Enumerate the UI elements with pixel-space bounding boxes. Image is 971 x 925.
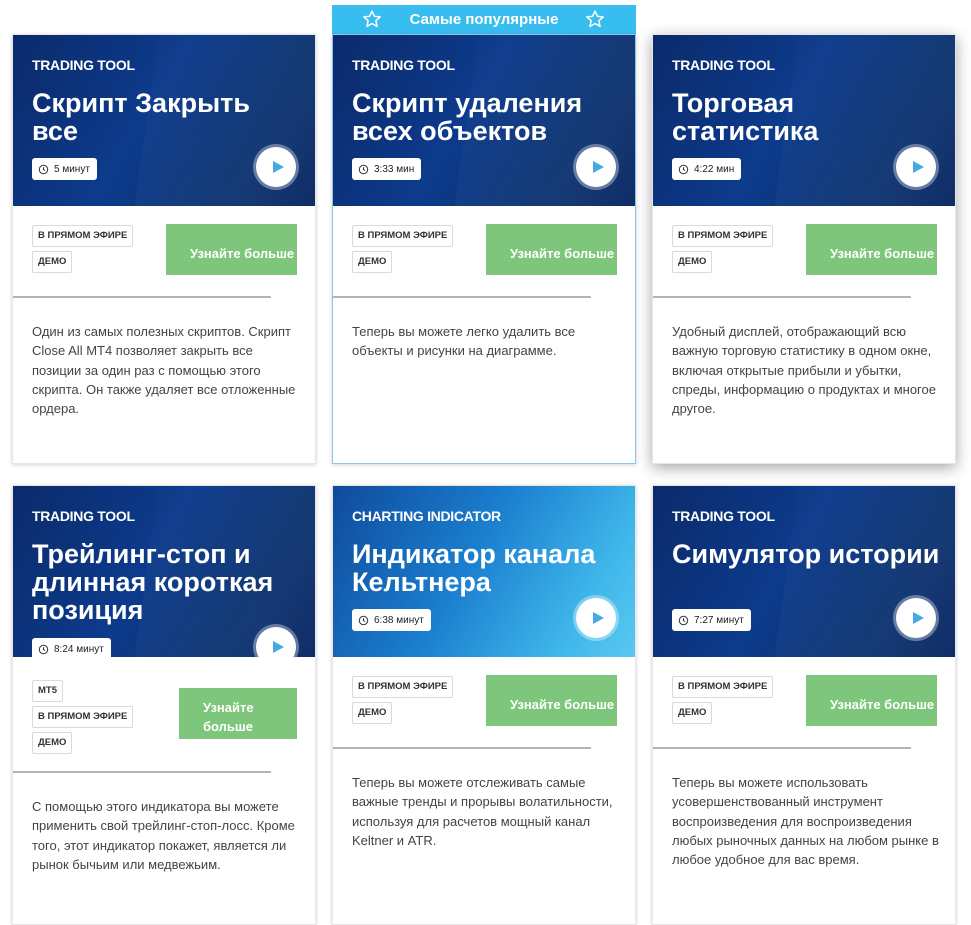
play-button[interactable] xyxy=(896,598,936,638)
popular-banner-label: Самые популярные xyxy=(409,11,559,28)
badge-list: MT5 В ПРЯМОМ ЭФИРЕ ДЕМО xyxy=(32,680,134,758)
play-icon xyxy=(272,161,284,173)
product-card: TRADING TOOL Скрипт удаления всех объект… xyxy=(332,34,636,464)
duration-badge: 8:24 минут xyxy=(32,638,111,657)
platform-badge: MT5 xyxy=(32,680,63,702)
duration-badge: 4:22 мин xyxy=(672,158,742,180)
product-card: TRADING TOOL Скрипт Закрыть все 5 минут … xyxy=(12,34,316,464)
duration-badge: 7:27 минут xyxy=(672,609,751,631)
duration-text: 8:24 минут xyxy=(54,643,104,655)
product-card: CHARTING INDICATOR Индикатор канала Кель… xyxy=(332,485,636,925)
card-hero: TRADING TOOL Симулятор истории 7:27 мину… xyxy=(653,486,955,657)
clock-icon xyxy=(358,615,369,625)
card-hero: TRADING TOOL Скрипт удаления всех объект… xyxy=(333,35,635,206)
clock-icon xyxy=(38,644,49,654)
badge-list: В ПРЯМОМ ЭФИРЕ ДЕМО xyxy=(672,676,774,728)
card-category: TRADING TOOL xyxy=(32,508,135,524)
duration-text: 5 минут xyxy=(54,163,90,175)
badge-list: В ПРЯМОМ ЭФИРЕ ДЕМО xyxy=(352,225,454,277)
play-button[interactable] xyxy=(576,147,616,187)
duration-text: 3:33 мин xyxy=(374,163,415,175)
card-description: Теперь вы можете использовать усовершенс… xyxy=(672,775,939,868)
card-category: TRADING TOOL xyxy=(672,57,775,73)
platform-badge: ДЕМО xyxy=(672,702,713,724)
badge-list: В ПРЯМОМ ЭФИРЕ ДЕМО xyxy=(672,225,774,277)
popular-banner: Самые популярные xyxy=(332,5,636,34)
play-icon xyxy=(272,641,284,653)
platform-badge: ДЕМО xyxy=(32,732,73,754)
platform-badge: В ПРЯМОМ ЭФИРЕ xyxy=(32,706,134,728)
learn-more-button[interactable]: Узнайте больше xyxy=(166,224,297,275)
duration-text: 6:38 минут xyxy=(374,614,424,626)
card-title: Симулятор истории xyxy=(672,539,940,569)
platform-badge: ДЕМО xyxy=(32,251,73,273)
card-description: Теперь вы можете легко удалить все объек… xyxy=(352,324,576,359)
card-title: Скрипт Закрыть все xyxy=(32,88,250,146)
divider xyxy=(333,747,591,749)
card-title: Торговая статистика xyxy=(672,88,819,146)
clock-icon xyxy=(358,164,369,174)
clock-icon xyxy=(678,164,689,174)
play-icon xyxy=(592,612,604,624)
platform-badge: В ПРЯМОМ ЭФИРЕ xyxy=(352,676,454,698)
play-icon xyxy=(912,612,924,624)
duration-badge: 3:33 мин xyxy=(352,158,422,180)
card-category: TRADING TOOL xyxy=(352,57,455,73)
divider xyxy=(653,747,911,749)
divider xyxy=(333,296,591,298)
star-icon xyxy=(586,10,604,28)
platform-badge: В ПРЯМОМ ЭФИРЕ xyxy=(672,225,774,247)
card-title: Индикатор канала Кельтнера xyxy=(352,539,596,597)
badge-list: В ПРЯМОМ ЭФИРЕ ДЕМО xyxy=(352,676,454,728)
play-button[interactable] xyxy=(256,627,296,657)
learn-more-button[interactable]: Узнайте больше xyxy=(486,224,617,275)
clock-icon xyxy=(678,615,689,625)
platform-badge: ДЕМО xyxy=(672,251,713,273)
card-description: Один из самых полезных скриптов. Скрипт … xyxy=(32,324,296,417)
platform-badge: ДЕМО xyxy=(352,702,393,724)
card-description: Теперь вы можете отслеживать самые важны… xyxy=(352,775,613,848)
product-card: TRADING TOOL Трейлинг-стоп и длинная кор… xyxy=(12,485,316,925)
play-icon xyxy=(592,161,604,173)
card-category: TRADING TOOL xyxy=(32,57,135,73)
card-category: CHARTING INDICATOR xyxy=(352,508,501,524)
card-description: С помощью этого индикатора вы можете при… xyxy=(32,799,295,872)
duration-badge: 6:38 минут xyxy=(352,609,431,631)
duration-text: 7:27 минут xyxy=(694,614,744,626)
clock-icon xyxy=(38,164,49,174)
play-icon xyxy=(912,161,924,173)
card-hero: CHARTING INDICATOR Индикатор канала Кель… xyxy=(333,486,635,657)
star-icon xyxy=(363,10,381,28)
card-description: Удобный дисплей, отображающий всю важную… xyxy=(672,324,936,417)
product-card: TRADING TOOL Торговая статистика 4:22 ми… xyxy=(652,34,956,464)
play-button[interactable] xyxy=(896,147,936,187)
card-hero: TRADING TOOL Трейлинг-стоп и длинная кор… xyxy=(13,486,315,657)
card-title: Трейлинг-стоп и длинная короткая позиция xyxy=(32,539,274,625)
divider xyxy=(13,771,271,773)
play-button[interactable] xyxy=(256,147,296,187)
learn-more-button[interactable]: Узнайте больше xyxy=(486,675,617,726)
card-hero: TRADING TOOL Торговая статистика 4:22 ми… xyxy=(653,35,955,206)
duration-text: 4:22 мин xyxy=(694,163,735,175)
card-category: TRADING TOOL xyxy=(672,508,775,524)
badge-list: В ПРЯМОМ ЭФИРЕ ДЕМО xyxy=(32,225,134,277)
play-button[interactable] xyxy=(576,598,616,638)
product-card: TRADING TOOL Симулятор истории 7:27 мину… xyxy=(652,485,956,925)
learn-more-button[interactable]: Узнайте больше xyxy=(806,224,937,275)
platform-badge: В ПРЯМОМ ЭФИРЕ xyxy=(352,225,454,247)
platform-badge: ДЕМО xyxy=(352,251,393,273)
learn-more-button[interactable]: Узнайте больше xyxy=(806,675,937,726)
divider xyxy=(13,296,271,298)
platform-badge: В ПРЯМОМ ЭФИРЕ xyxy=(672,676,774,698)
divider xyxy=(653,296,911,298)
card-title: Скрипт удаления всех объектов xyxy=(352,88,583,146)
card-hero: TRADING TOOL Скрипт Закрыть все 5 минут xyxy=(13,35,315,206)
learn-more-button[interactable]: Узнайте больше xyxy=(179,688,297,739)
duration-badge: 5 минут xyxy=(32,158,97,180)
platform-badge: В ПРЯМОМ ЭФИРЕ xyxy=(32,225,134,247)
